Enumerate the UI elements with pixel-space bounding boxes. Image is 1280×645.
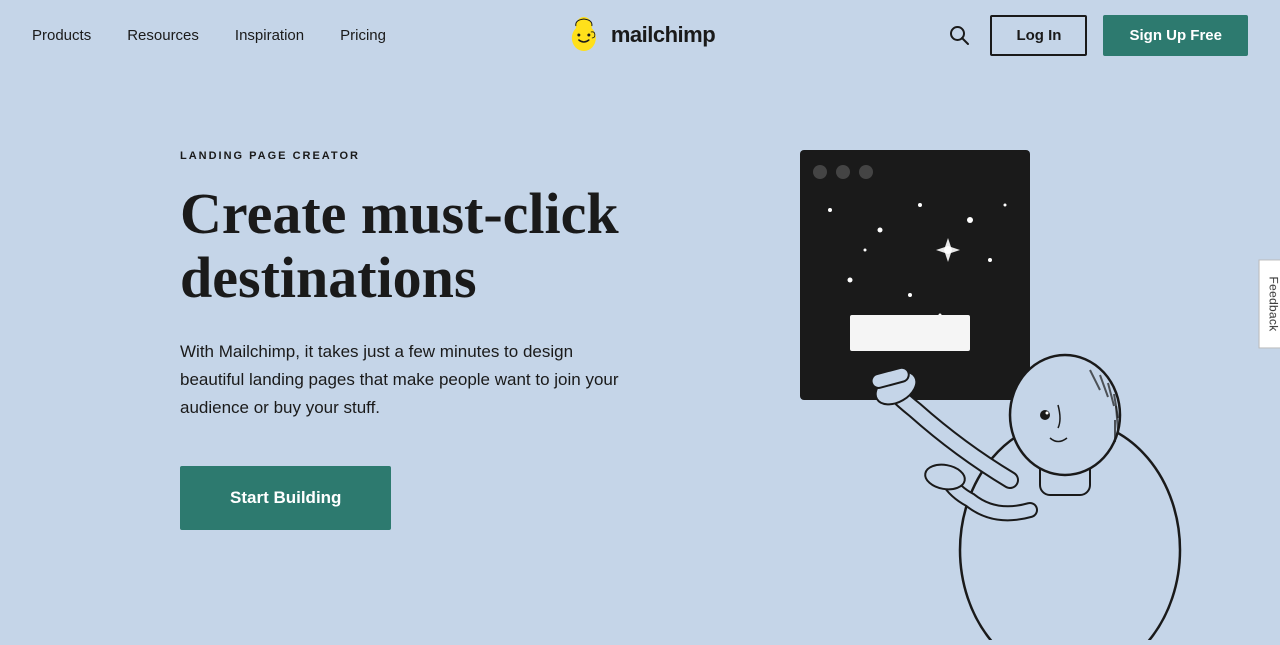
signup-button[interactable]: Sign Up Free [1103, 15, 1248, 56]
nav-link-resources[interactable]: Resources [127, 27, 199, 44]
nav-right: Log In Sign Up Free [944, 15, 1248, 56]
navigation: Products Resources Inspiration Pricing m… [0, 0, 1280, 70]
mailchimp-logo-text: mailchimp [611, 22, 715, 48]
nav-left: Products Resources Inspiration Pricing [32, 27, 386, 44]
search-icon [948, 24, 970, 46]
hero-illustration-svg [700, 120, 1200, 640]
hero-section: LANDING PAGE CREATOR Create must-click d… [0, 70, 1280, 608]
mailchimp-logo-icon [565, 16, 603, 54]
nav-link-pricing[interactable]: Pricing [340, 27, 386, 44]
hero-illustration [700, 120, 1200, 620]
start-building-button[interactable]: Start Building [180, 466, 391, 530]
hero-title: Create must-click destinations [180, 182, 660, 310]
feedback-tab[interactable]: Feedback [1258, 259, 1280, 348]
hero-content: LANDING PAGE CREATOR Create must-click d… [180, 130, 660, 530]
search-button[interactable] [944, 20, 974, 50]
hero-label: LANDING PAGE CREATOR [180, 150, 660, 162]
nav-link-products[interactable]: Products [32, 27, 91, 44]
hero-description: With Mailchimp, it takes just a few minu… [180, 338, 620, 422]
login-button[interactable]: Log In [990, 15, 1087, 56]
nav-link-inspiration[interactable]: Inspiration [235, 27, 304, 44]
nav-logo[interactable]: mailchimp [565, 16, 715, 54]
